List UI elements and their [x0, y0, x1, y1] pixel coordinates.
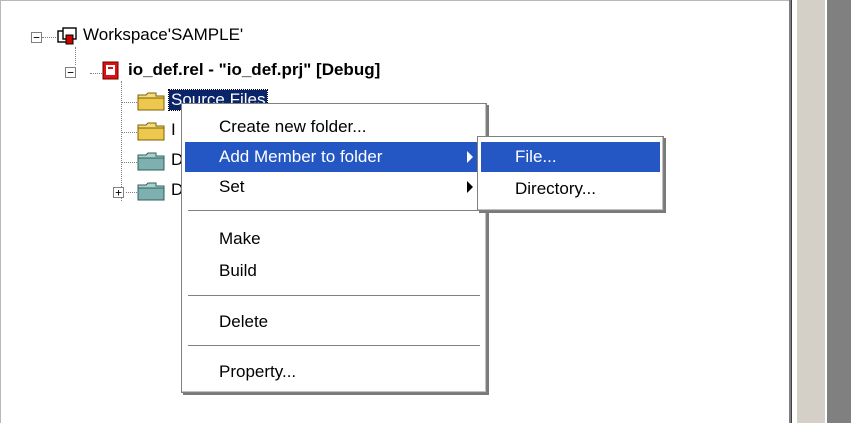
menu-item-delete[interactable]: Delete [185, 307, 483, 337]
menu-item-label: Make [219, 229, 261, 248]
menu-item-label: Set [219, 177, 245, 196]
dependency-folder-icon [137, 152, 165, 171]
menu-item-label: Build [219, 261, 257, 280]
workspace-icon [57, 27, 77, 45]
menu-item-label: File... [515, 147, 557, 166]
dependency-folder-icon [137, 182, 165, 201]
menu-item-add-member-to-folder[interactable]: Add Member to folder [185, 142, 483, 172]
menu-item-make[interactable]: Make [185, 224, 483, 254]
folder-icon [137, 92, 165, 111]
menu-item-build[interactable]: Build [185, 256, 483, 286]
submenu-arrow-icon [467, 181, 473, 193]
collapse-icon[interactable]: − [31, 32, 42, 43]
menu-item-label: Property... [219, 362, 297, 381]
editor-pane [825, 0, 851, 423]
submenu-item-file[interactable]: File... [481, 142, 660, 172]
submenu-arrow-icon [467, 151, 473, 163]
menu-item-create-new-folder[interactable]: Create new folder... [185, 112, 483, 142]
splitter[interactable] [797, 0, 825, 423]
folder-icon [137, 122, 165, 141]
tree-connector [126, 192, 137, 193]
menu-item-label: Create new folder... [219, 117, 367, 136]
menu-separator [188, 345, 480, 347]
tree-connector [75, 47, 76, 65]
menu-item-set[interactable]: Set [185, 172, 483, 202]
tree-item-folder[interactable]: I [171, 120, 176, 140]
menu-item-label: Directory... [515, 179, 596, 198]
tree-connector [121, 132, 137, 133]
project-file-icon [102, 61, 119, 80]
tree-connector [121, 102, 137, 103]
workspace-label[interactable]: Workspace'SAMPLE' [83, 25, 243, 45]
menu-separator [188, 210, 480, 212]
tree-connector [121, 162, 137, 163]
menu-item-label: Delete [219, 312, 269, 331]
expand-icon[interactable]: + [113, 187, 124, 198]
tree-connector [121, 81, 122, 201]
menu-separator [188, 295, 480, 297]
project-label[interactable]: io_def.rel - "io_def.prj" [Debug] [128, 60, 380, 80]
menu-item-label: Add Member to folder [219, 147, 383, 166]
collapse-icon[interactable]: − [65, 67, 76, 78]
add-member-submenu: File... Directory... [477, 136, 664, 211]
tree-connector [42, 37, 56, 38]
menu-item-property[interactable]: Property... [185, 357, 483, 387]
submenu-item-directory[interactable]: Directory... [481, 174, 660, 204]
context-menu: Create new folder... Add Member to folde… [181, 103, 487, 393]
